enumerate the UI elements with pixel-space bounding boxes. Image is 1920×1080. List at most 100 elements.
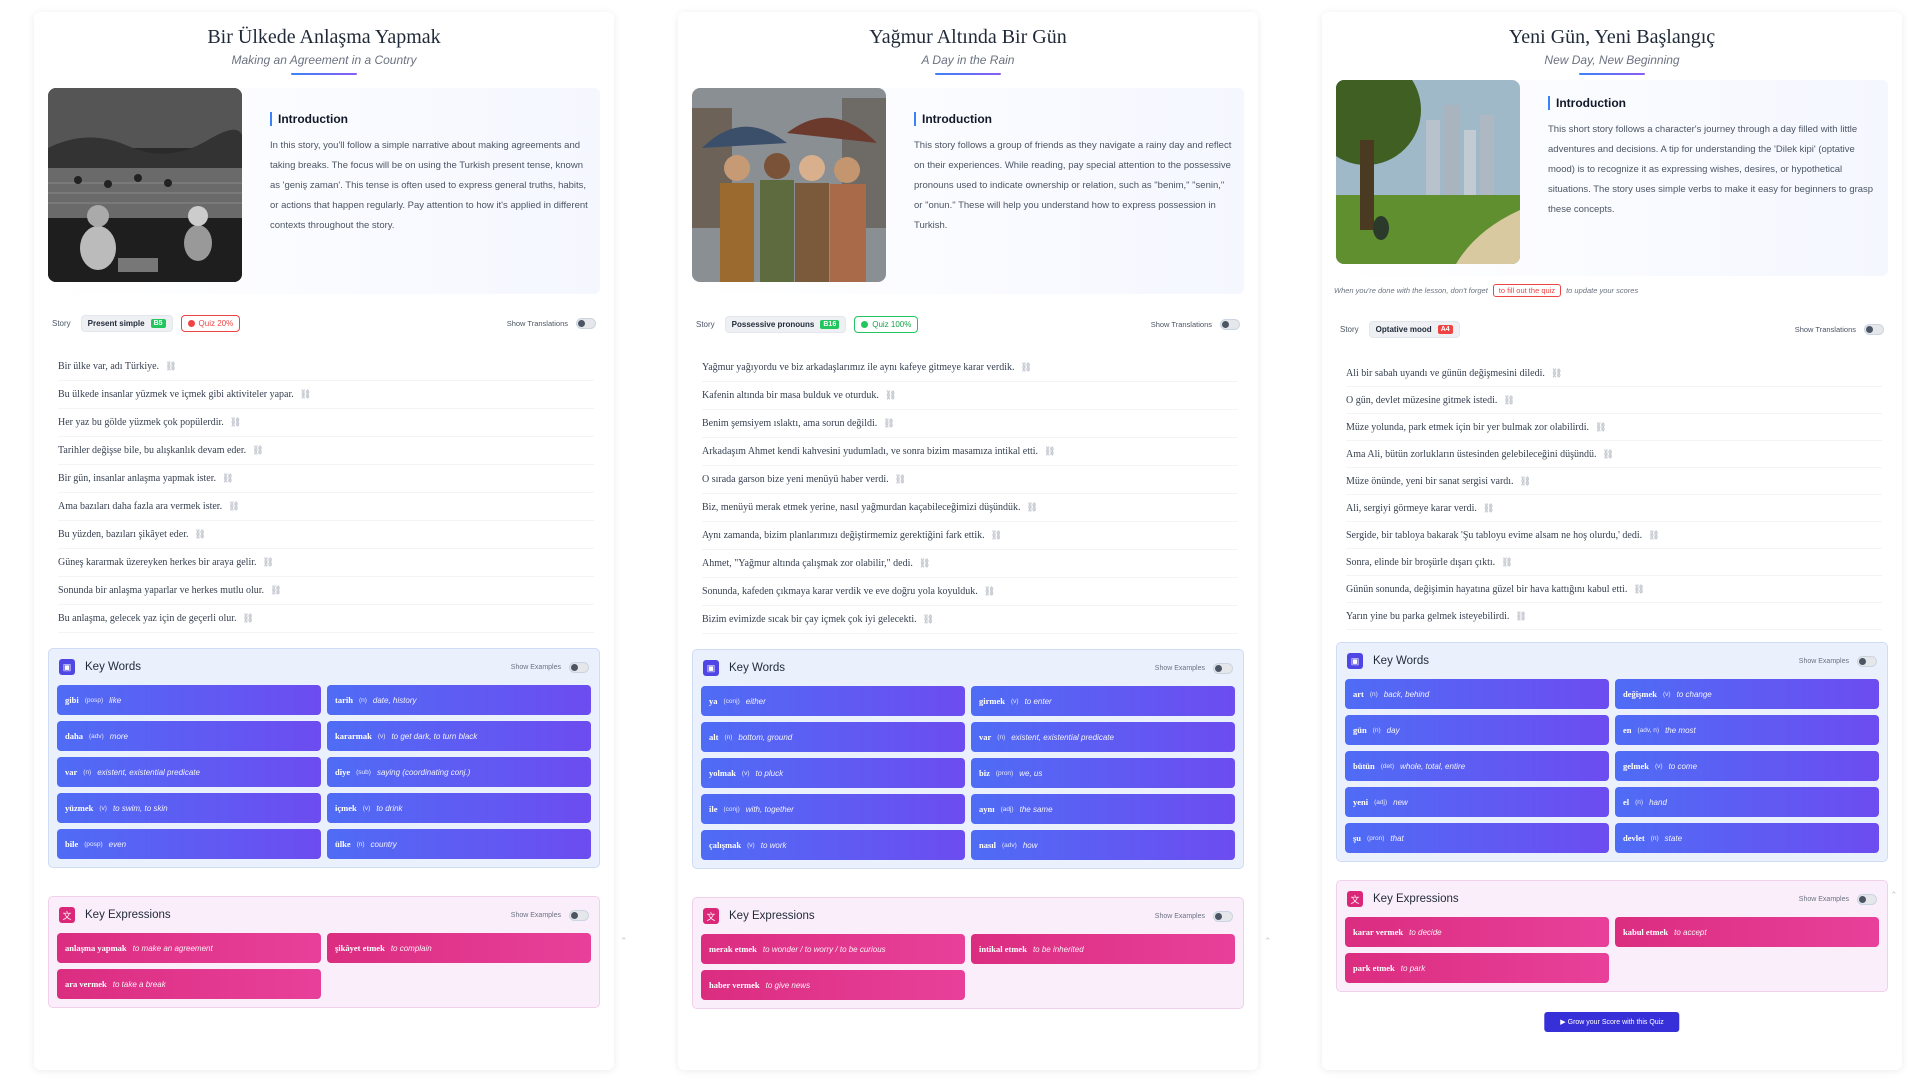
link-icon[interactable]: ⛓	[1044, 446, 1055, 457]
link-icon[interactable]: ⛓	[1520, 476, 1531, 487]
key-word-chip[interactable]: gibi (posp) like	[57, 685, 321, 715]
examples-toggle[interactable]	[569, 909, 589, 921]
show-examples-label: Show Examples	[1798, 657, 1849, 665]
examples-toggle[interactable]	[1857, 655, 1877, 667]
key-word-chip[interactable]: alt (n) bottom, ground	[701, 722, 965, 752]
link-icon[interactable]: ⛓	[228, 501, 239, 512]
translations-toggle[interactable]	[1220, 318, 1240, 330]
examples-toggle[interactable]	[1213, 910, 1233, 922]
link-icon[interactable]: ⛓	[270, 585, 281, 596]
translations-toggle[interactable]	[576, 317, 596, 329]
grammar-badge[interactable]: Optative mood A4	[1368, 320, 1460, 338]
key-word-chip[interactable]: şu (pron) that	[1345, 823, 1609, 853]
link-icon[interactable]: ⛓	[1503, 395, 1514, 406]
key-word-chip[interactable]: değişmek (v) to change	[1615, 679, 1879, 709]
key-expression-chip[interactable]: park etmek to park	[1345, 953, 1609, 983]
key-word-chip[interactable]: yeni (adj) new	[1345, 787, 1609, 817]
key-word-chip[interactable]: aynı (adj) the same	[971, 794, 1235, 824]
kw-pos: (conj)	[723, 697, 740, 705]
link-icon[interactable]: ⛓	[1551, 368, 1562, 379]
grammar-label: Present simple	[87, 318, 145, 328]
kw-meaning: state	[1664, 833, 1683, 843]
key-word-chip[interactable]: biz (pron) we, us	[971, 758, 1235, 788]
key-word-chip[interactable]: bütün (det) whole, total, entire	[1345, 751, 1609, 781]
kw-meaning: country	[370, 839, 397, 849]
link-icon[interactable]: ⛓	[885, 390, 896, 401]
key-word-chip[interactable]: diye (sub) saying (coordinating conj.)	[327, 757, 591, 787]
key-word-chip[interactable]: gelmek (v) to come	[1615, 751, 1879, 781]
link-icon[interactable]: ⛓	[243, 613, 254, 624]
quiz-score: Quiz 100%	[872, 319, 912, 329]
quiz-button[interactable]: ▶ Grow your Score with this Quiz	[1544, 1012, 1680, 1032]
key-expression-chip[interactable]: şikâyet etmek to complain	[327, 933, 591, 963]
key-expression-chip[interactable]: kabul etmek to accept	[1615, 917, 1879, 947]
key-word-chip[interactable]: ülke (n) country	[327, 829, 591, 859]
key-expression-chip[interactable]: intikal etmek to be inherited	[971, 934, 1235, 964]
story-sentence: Ama bazıları daha fazla ara vermek ister…	[58, 493, 594, 521]
link-icon[interactable]: ⛓	[923, 614, 934, 625]
key-expression-chip[interactable]: merak etmek to wonder / to worry / to be …	[701, 934, 965, 964]
key-expression-chip[interactable]: haber vermek to give news	[701, 970, 965, 1000]
link-icon[interactable]: ⛓	[883, 418, 894, 429]
link-icon[interactable]: ⛓	[1027, 502, 1038, 513]
key-word-chip[interactable]: var (n) existent, existential predicate	[971, 722, 1235, 752]
link-icon[interactable]: ⛓	[263, 557, 274, 568]
quiz-badge[interactable]: Quiz 20%	[180, 314, 241, 332]
link-icon[interactable]: ⛓	[1020, 362, 1031, 373]
key-word-chip[interactable]: yüzmek (v) to swim, to skin	[57, 793, 321, 823]
fill-quiz-link[interactable]: to fill out the quiz	[1492, 284, 1562, 297]
key-word-chip[interactable]: ile (conj) with, together	[701, 794, 965, 824]
examples-toggle[interactable]	[569, 661, 589, 673]
resize-handle[interactable]: ⌃	[620, 936, 628, 947]
examples-toggle[interactable]	[1857, 893, 1877, 905]
key-word-chip[interactable]: nasıl (adv) how	[971, 830, 1235, 860]
key-word-chip[interactable]: var (n) existent, existential predicate	[57, 757, 321, 787]
key-word-chip[interactable]: içmek (v) to drink	[327, 793, 591, 823]
link-icon[interactable]: ⛓	[1633, 584, 1644, 595]
translations-toggle[interactable]	[1864, 323, 1884, 335]
link-icon[interactable]: ⛓	[300, 389, 311, 400]
key-word-chip[interactable]: bile (posp) even	[57, 829, 321, 859]
quiz-badge[interactable]: Quiz 100%	[854, 315, 919, 333]
key-word-chip[interactable]: en (adv, n) the most	[1615, 715, 1879, 745]
link-icon[interactable]: ⛓	[230, 417, 241, 428]
link-icon[interactable]: ⛓	[1595, 422, 1606, 433]
sentence-text: Sonunda bir anlaşma yaparlar ve herkes m…	[58, 585, 265, 596]
link-icon[interactable]: ⛓	[195, 529, 206, 540]
link-icon[interactable]: ⛓	[252, 445, 263, 456]
key-word-chip[interactable]: el (n) hand	[1615, 787, 1879, 817]
link-icon[interactable]: ⛓	[1648, 530, 1659, 541]
key-expression-chip[interactable]: ara vermek to take a break	[57, 969, 321, 999]
key-word-chip[interactable]: çalışmak (v) to work	[701, 830, 965, 860]
link-icon[interactable]: ⛓	[895, 474, 906, 485]
link-icon[interactable]: ⛓	[991, 530, 1002, 541]
kw-pos: (v)	[377, 732, 386, 740]
link-icon[interactable]: ⛓	[1501, 557, 1512, 568]
key-word-chip[interactable]: art (n) back, behind	[1345, 679, 1609, 709]
link-icon[interactable]: ⛓	[1603, 449, 1614, 460]
link-icon[interactable]: ⛓	[222, 473, 233, 484]
key-word-chip[interactable]: ya (conj) either	[701, 686, 965, 716]
key-word-chip[interactable]: yolmak (v) to pluck	[701, 758, 965, 788]
key-expression-chip[interactable]: karar vermek to decide	[1345, 917, 1609, 947]
examples-toggle[interactable]	[1213, 662, 1233, 674]
link-icon[interactable]: ⛓	[984, 586, 995, 597]
key-expression-chip[interactable]: anlaşma yapmak to make an agreement	[57, 933, 321, 963]
level-badge: B16	[820, 319, 840, 329]
kw-meaning: even	[108, 839, 127, 849]
link-icon[interactable]: ⛓	[1483, 503, 1494, 514]
link-icon[interactable]: ⛓	[919, 558, 930, 569]
key-word-chip[interactable]: kararmak (v) to get dark, to turn black	[327, 721, 591, 751]
resize-handle[interactable]: ⌃	[1264, 936, 1272, 947]
key-word-chip[interactable]: tarih (n) date, history	[327, 685, 591, 715]
link-icon[interactable]: ⛓	[1515, 611, 1526, 622]
kw-meaning: to work	[760, 840, 787, 850]
key-word-chip[interactable]: gün (n) day	[1345, 715, 1609, 745]
grammar-badge[interactable]: Possessive pronouns B16	[724, 315, 847, 333]
resize-handle[interactable]: ⌃	[1890, 890, 1898, 901]
link-icon[interactable]: ⛓	[165, 361, 176, 372]
grammar-badge[interactable]: Present simple B5	[80, 314, 173, 332]
key-word-chip[interactable]: daha (adv) more	[57, 721, 321, 751]
key-word-chip[interactable]: devlet (n) state	[1615, 823, 1879, 853]
key-word-chip[interactable]: girmek (v) to enter	[971, 686, 1235, 716]
